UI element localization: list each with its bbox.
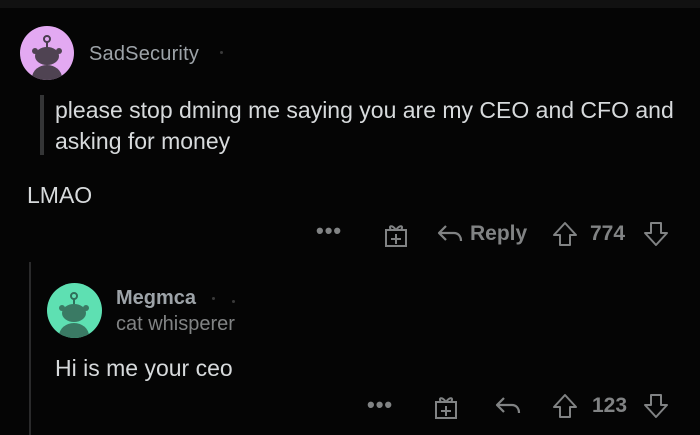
separator-dot [212, 297, 215, 300]
snoo-avatar-icon [32, 35, 62, 80]
arrow-up-icon[interactable] [551, 392, 579, 425]
reply-button[interactable]: Reply [470, 222, 527, 246]
user-flair: cat whisperer [116, 313, 235, 335]
gift-icon[interactable] [433, 394, 459, 425]
more-dots-icon[interactable]: ••• [367, 394, 393, 416]
avatar[interactable] [20, 26, 74, 80]
comment-body: Hi is me your ceo [55, 355, 233, 381]
arrow-up-icon[interactable] [551, 220, 579, 253]
vote-score: 774 [590, 222, 626, 245]
arrow-down-icon[interactable] [642, 392, 670, 425]
separator-dot [220, 51, 223, 54]
top-divider [0, 0, 700, 8]
separator-dot [232, 300, 235, 303]
comment-actions: ••• 123 [0, 392, 700, 422]
reply-arrow-icon[interactable] [436, 222, 464, 251]
comment-body: LMAO [27, 182, 93, 208]
username[interactable]: SadSecurity [89, 43, 199, 66]
comment-actions: ••• Reply 774 [0, 220, 700, 250]
arrow-down-icon[interactable] [642, 220, 670, 253]
quote-text: please stop dming me saying you are my C… [55, 97, 674, 154]
reply-arrow-icon[interactable] [494, 394, 522, 423]
comment-thread: SadSecurity please stop dming me saying … [0, 0, 700, 435]
vote-score: 123 [592, 394, 628, 417]
snoo-avatar-icon [59, 292, 89, 338]
gift-icon[interactable] [383, 222, 409, 253]
username[interactable]: Megmca [116, 287, 196, 310]
avatar[interactable] [47, 283, 102, 338]
quote-bar [40, 95, 44, 155]
more-dots-icon[interactable]: ••• [316, 220, 342, 242]
